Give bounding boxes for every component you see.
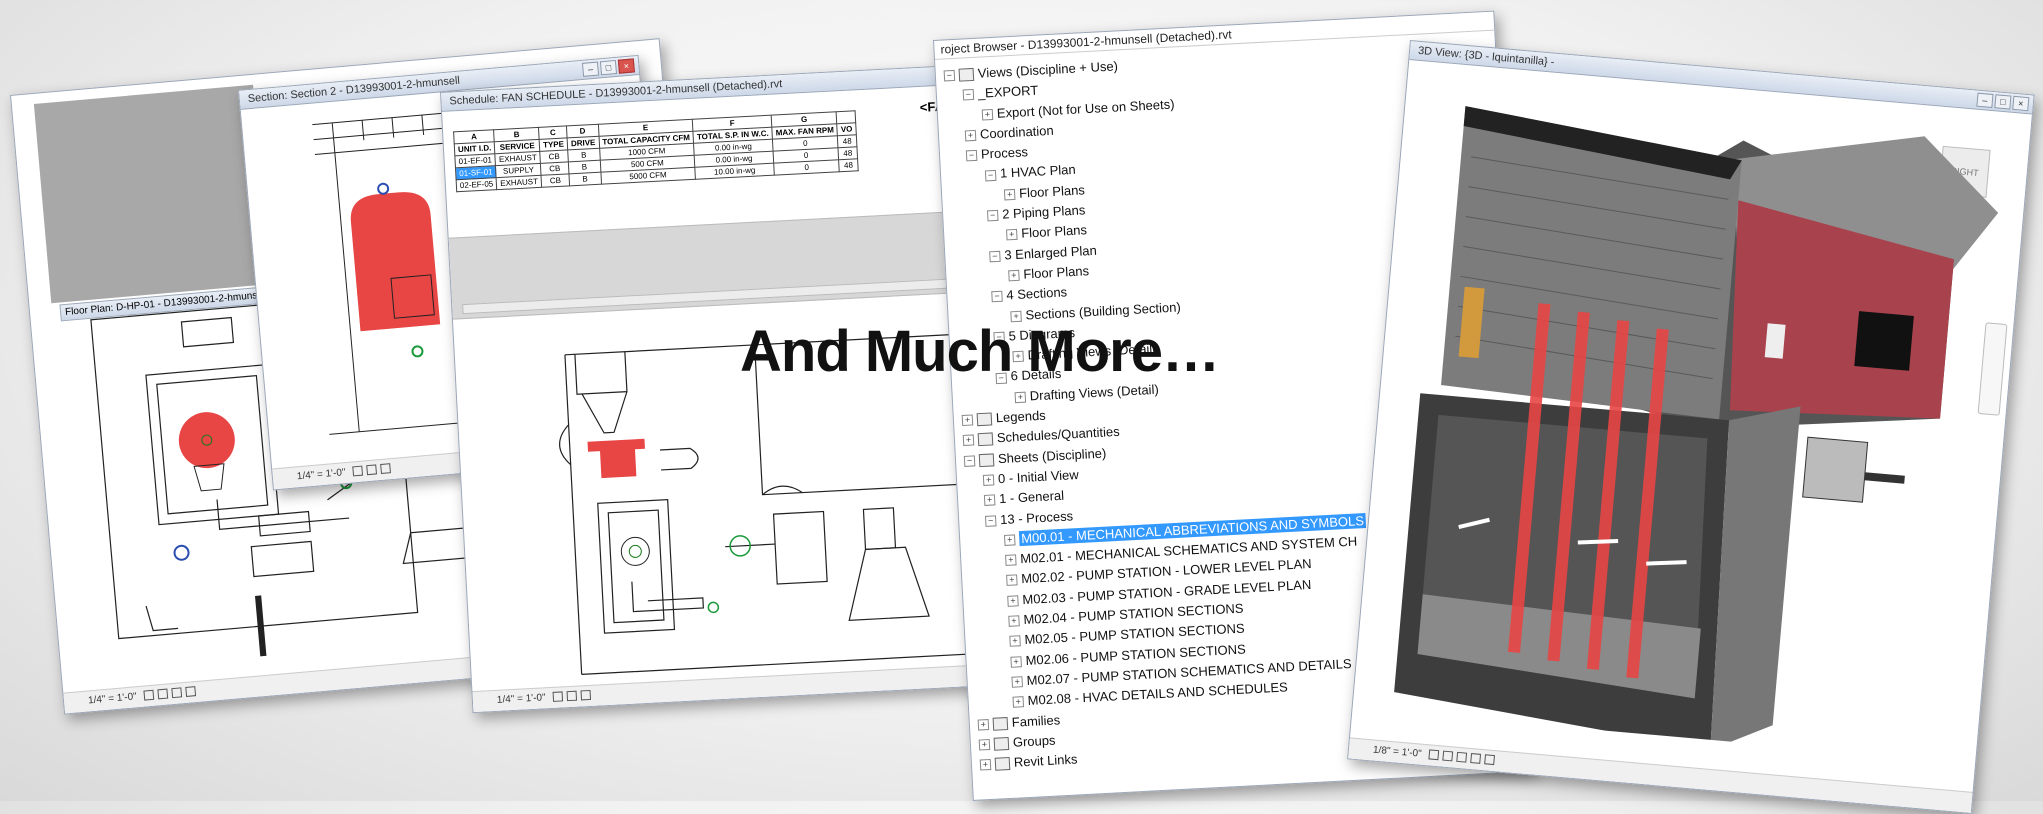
expand-icon[interactable]: + <box>1008 615 1020 627</box>
view-control-icon[interactable] <box>1469 753 1481 765</box>
category-icon <box>977 432 994 447</box>
3d-building-model[interactable] <box>1353 71 2006 761</box>
view-control-icon[interactable] <box>566 691 577 702</box>
expand-icon[interactable]: + <box>1006 229 1018 241</box>
category-icon <box>958 67 975 82</box>
collapse-icon[interactable]: − <box>984 514 997 527</box>
tree-node-label: 1 - General <box>998 488 1065 507</box>
expand-icon[interactable]: + <box>961 414 974 427</box>
view-control-icon[interactable] <box>184 686 196 698</box>
tree-node-label: 4 Sections <box>1006 284 1068 303</box>
tree-node-label: 0 - Initial View <box>997 466 1080 487</box>
tree-node-label: 3 Enlarged Plan <box>1003 242 1098 263</box>
view-control-icon[interactable] <box>156 688 168 700</box>
expand-icon[interactable]: + <box>1006 574 1018 587</box>
expand-icon[interactable]: + <box>1011 676 1023 688</box>
minimize-icon[interactable]: – <box>1976 92 1994 109</box>
tree-node-label: Sheets (Discipline) <box>997 445 1107 466</box>
view-control-icon[interactable] <box>351 466 363 477</box>
3d-view-title: 3D View: {3D - lquintanilla} - <box>1417 44 1555 69</box>
collapse-icon[interactable]: − <box>991 291 1003 303</box>
fan-schedule-table[interactable]: ABCDEFG UNIT I.D. SERVICE TYPE DRIVE TOTAL C… <box>453 110 859 192</box>
schedule-scale[interactable]: 1/4" = 1'-0" <box>497 692 546 706</box>
tree-node-label: Floor Plans <box>1018 182 1086 201</box>
red-equipment-circle <box>178 412 235 469</box>
expand-icon[interactable]: + <box>983 494 996 507</box>
expand-icon[interactable]: + <box>964 129 977 142</box>
maximize-icon[interactable]: □ <box>1994 94 2012 110</box>
expand-icon[interactable]: + <box>982 474 995 486</box>
minimize-icon[interactable]: – <box>581 61 600 77</box>
view-control-icon[interactable] <box>1483 754 1495 766</box>
tree-node-label: Process <box>980 144 1029 162</box>
table-cell[interactable]: 02-EF-05 <box>456 177 498 192</box>
view-control-icon[interactable] <box>1441 750 1453 762</box>
expand-icon[interactable]: + <box>1007 595 1019 607</box>
view-control-icon[interactable] <box>170 687 182 699</box>
collapse-icon[interactable]: − <box>965 150 978 162</box>
floor-plan-scale[interactable]: 1/4" = 1'-0" <box>88 691 138 706</box>
category-icon <box>992 716 1009 731</box>
collapse-icon[interactable]: − <box>963 455 976 467</box>
expand-icon[interactable]: + <box>1009 635 1021 648</box>
view-control-icon[interactable] <box>1427 749 1439 761</box>
expand-icon[interactable]: + <box>1003 534 1016 546</box>
column-header[interactable]: VO <box>837 122 857 136</box>
tree-node-label: Legends <box>995 407 1047 426</box>
view-control-icon[interactable] <box>580 690 591 701</box>
collapse-icon[interactable]: − <box>989 250 1001 263</box>
collapse-icon[interactable]: − <box>943 69 956 82</box>
tree-node-label: Coordination <box>979 122 1054 142</box>
table-cell[interactable]: CB <box>541 173 570 188</box>
section-scale[interactable]: 1/4" = 1'-0" <box>296 467 346 482</box>
expand-icon[interactable]: + <box>977 718 990 731</box>
tree-node-label: 1 HVAC Plan <box>999 162 1077 182</box>
tree-node-label: Floor Plans <box>1020 222 1088 242</box>
collapse-icon[interactable]: − <box>984 169 997 181</box>
expand-icon[interactable]: + <box>1010 655 1022 668</box>
tree-node-label: 2 Piping Plans <box>1001 202 1086 222</box>
close-icon[interactable]: × <box>617 58 635 74</box>
tree-node-label: Revit Links <box>1013 751 1078 770</box>
3d-view-scale[interactable]: 1/8" = 1'-0" <box>1373 744 1423 759</box>
expand-icon[interactable]: + <box>979 759 992 771</box>
tree-node-label: Families <box>1011 711 1061 730</box>
expand-icon[interactable]: + <box>1005 554 1017 567</box>
expand-icon[interactable]: + <box>1012 696 1025 708</box>
view-control-icon[interactable] <box>379 463 391 475</box>
tree-node-label: Schedules/Quantities <box>996 424 1121 446</box>
tree-node-label: _EXPORT <box>977 82 1039 102</box>
table-cell[interactable]: EXHAUST <box>496 175 542 190</box>
table-cell[interactable]: B <box>569 172 602 186</box>
view-control-icon[interactable] <box>143 690 154 701</box>
expand-icon[interactable]: + <box>1008 269 1020 282</box>
view-control-icon[interactable] <box>1455 752 1467 763</box>
close-icon[interactable]: × <box>2012 95 2030 112</box>
3d-view-window[interactable]: 3D View: {3D - lquintanilla} - – □ × RIGHT <box>1347 40 2035 814</box>
tree-node-label: Floor Plans <box>1022 263 1090 282</box>
table-cell[interactable]: 0 <box>773 159 840 176</box>
and-much-more-overlay: And Much More… <box>740 319 1220 384</box>
table-cell[interactable]: 48 <box>838 146 858 160</box>
tree-node-label: Groups <box>1012 732 1056 750</box>
table-cell[interactable]: 48 <box>838 158 859 172</box>
maximize-icon[interactable]: □ <box>599 59 618 76</box>
table-cell[interactable]: 48 <box>837 134 857 148</box>
tree-node-label: 13 - Process <box>999 507 1074 527</box>
expand-icon[interactable]: + <box>981 108 994 121</box>
category-icon <box>994 757 1011 771</box>
collapse-icon[interactable]: − <box>986 209 999 222</box>
category-icon <box>993 736 1010 751</box>
expand-icon[interactable]: + <box>978 738 991 751</box>
category-icon <box>976 412 993 427</box>
expand-icon[interactable]: + <box>962 434 975 447</box>
expand-icon[interactable]: + <box>1014 391 1027 404</box>
collapse-icon[interactable]: − <box>962 89 975 101</box>
view-control-icon[interactable] <box>552 691 563 703</box>
category-icon <box>978 453 995 467</box>
view-control-icon[interactable] <box>365 464 377 476</box>
column-letter <box>836 110 856 124</box>
expand-icon[interactable]: + <box>1003 188 1016 201</box>
